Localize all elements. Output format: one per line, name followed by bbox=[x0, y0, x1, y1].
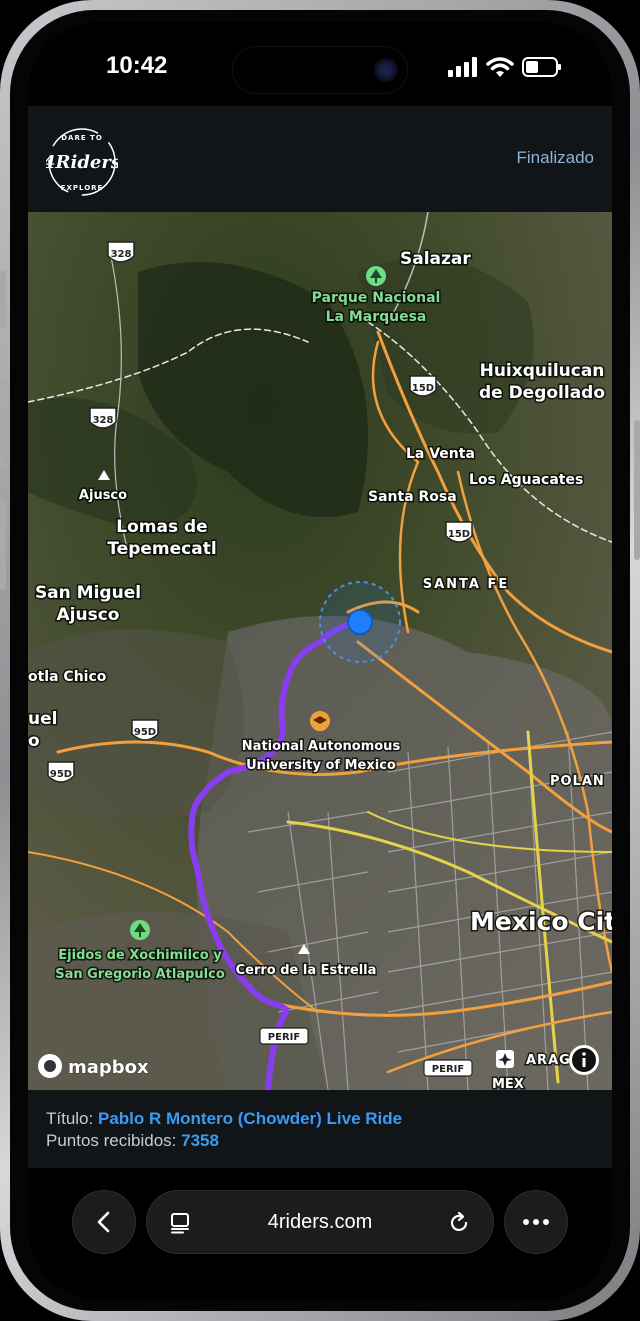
volume-up-button bbox=[0, 380, 6, 470]
svg-text:15D: 15D bbox=[412, 383, 434, 394]
ride-points-value: 7358 bbox=[181, 1131, 219, 1150]
label-salazar: Salazar bbox=[400, 249, 471, 269]
label-ejidos-2: San Gregorio Atlapulco bbox=[55, 967, 225, 982]
ride-map[interactable]: 328 328 15D 15D 95D 95D PERIF PERIF Sala… bbox=[28, 212, 612, 1090]
svg-text:PERIF: PERIF bbox=[432, 1064, 464, 1075]
label-ajusco: Ajusco bbox=[79, 488, 127, 503]
volume-down-button bbox=[0, 500, 6, 590]
power-button bbox=[634, 420, 640, 560]
park-marker-ejidos[interactable] bbox=[130, 920, 150, 940]
label-tla-chico: otla Chico bbox=[28, 669, 107, 685]
label-cerro: Cerro de la Estrella bbox=[236, 963, 377, 978]
mapbox-attribution[interactable]: mapbox bbox=[38, 1054, 150, 1079]
4riders-logo[interactable]: DARE TO 4Riders EXPLORE bbox=[46, 126, 118, 198]
status-icons bbox=[448, 56, 562, 78]
ride-status-link[interactable]: Finalizado bbox=[517, 148, 595, 168]
status-time: 10:42 bbox=[106, 52, 168, 79]
svg-text:PERIF: PERIF bbox=[268, 1032, 300, 1043]
highway-shield-328b: 328 bbox=[89, 407, 117, 429]
front-camera bbox=[374, 58, 398, 82]
address-bar[interactable]: 4riders.com bbox=[146, 1190, 494, 1254]
label-polan: POLAN bbox=[550, 774, 605, 789]
browser-toolbar: 4riders.com bbox=[28, 1168, 612, 1299]
ride-points-label: Puntos recibidos: bbox=[46, 1131, 177, 1150]
wifi-icon bbox=[486, 57, 514, 77]
reload-icon[interactable] bbox=[447, 1211, 471, 1235]
label-ejidos-1: Ejidos de Xochimilco y bbox=[58, 948, 222, 963]
highway-shield-95d-a: 95D bbox=[131, 719, 159, 741]
highway-shield-95d-b: 95D bbox=[47, 761, 75, 783]
phone-frame: 10:42 DARE TO 4Riders EXPLORE Finalizado… bbox=[0, 0, 640, 1321]
svg-text:95D: 95D bbox=[50, 769, 72, 780]
label-los-aguacates: Los Aguacates bbox=[469, 472, 583, 488]
svg-text:15D: 15D bbox=[448, 529, 470, 540]
battery-icon bbox=[522, 57, 561, 77]
label-unam-1: National Autonomous bbox=[242, 739, 401, 754]
label-unam-2: University of Mexico bbox=[246, 758, 396, 773]
highway-shield-perif-a: PERIF bbox=[259, 1027, 309, 1045]
svg-text:328: 328 bbox=[111, 249, 132, 260]
svg-text:328: 328 bbox=[93, 415, 114, 426]
label-arag: ARAG bbox=[526, 1053, 571, 1068]
label-san-miguel-2: Ajusco bbox=[57, 605, 120, 625]
airport-icon bbox=[496, 1050, 514, 1068]
more-button[interactable] bbox=[504, 1190, 568, 1254]
ride-points-row: Puntos recibidos: 7358 bbox=[46, 1130, 594, 1152]
university-marker[interactable] bbox=[310, 711, 330, 731]
label-uel: uel bbox=[28, 709, 57, 729]
url-text[interactable]: 4riders.com bbox=[147, 1211, 493, 1234]
logo-tagline-bottom: EXPLORE bbox=[61, 184, 104, 192]
logo-tagline-top: DARE TO bbox=[61, 134, 103, 142]
status-bar: 10:42 bbox=[28, 22, 612, 106]
map-info-button[interactable] bbox=[569, 1045, 599, 1075]
svg-text:95D: 95D bbox=[134, 727, 156, 738]
logo-text: 4Riders bbox=[46, 152, 118, 173]
chevron-left-icon bbox=[97, 1211, 110, 1233]
cellular-signal-icon bbox=[448, 57, 477, 77]
label-mexico-city: Mexico City bbox=[470, 907, 612, 936]
current-location-dot bbox=[347, 609, 373, 635]
label-santa-fe: SANTA FE bbox=[423, 577, 510, 592]
label-santa-rosa: Santa Rosa bbox=[368, 489, 457, 505]
label-lomas-2: Tepemecatl bbox=[107, 539, 216, 559]
label-huix-1: Huixquilucan bbox=[480, 361, 605, 381]
label-huix-2: de Degollado bbox=[479, 383, 605, 403]
ride-title-row: Título: Pablo R Montero (Chowder) Live R… bbox=[46, 1108, 594, 1130]
action-button bbox=[0, 270, 6, 328]
label-lomas-1: Lomas de bbox=[116, 517, 207, 537]
park-marker-la-marquesa[interactable] bbox=[366, 266, 386, 286]
highway-shield-328a: 328 bbox=[107, 241, 135, 263]
ride-title-label: Título: bbox=[46, 1109, 94, 1128]
more-icon bbox=[523, 1219, 549, 1225]
highway-shield-perif-b: PERIF bbox=[423, 1059, 473, 1077]
label-o: o bbox=[28, 731, 40, 751]
label-mex: MEX bbox=[492, 1077, 524, 1090]
label-la-venta: La Venta bbox=[406, 446, 475, 462]
screen: 10:42 DARE TO 4Riders EXPLORE Finalizado… bbox=[28, 22, 612, 1299]
back-button[interactable] bbox=[72, 1190, 136, 1254]
highway-shield-15d-a: 15D bbox=[409, 375, 437, 397]
highway-shield-15d-b: 15D bbox=[445, 521, 473, 543]
label-san-miguel-1: San Miguel bbox=[35, 583, 141, 603]
label-parque-2: La Marquesa bbox=[326, 309, 427, 325]
label-parque-1: Parque Nacional bbox=[312, 290, 441, 306]
mapbox-wordmark: mapbox bbox=[68, 1057, 149, 1078]
ride-title-value: Pablo R Montero (Chowder) Live Ride bbox=[97, 1109, 403, 1128]
ride-info-panel: Título: Pablo R Montero (Chowder) Live R… bbox=[28, 1090, 612, 1168]
